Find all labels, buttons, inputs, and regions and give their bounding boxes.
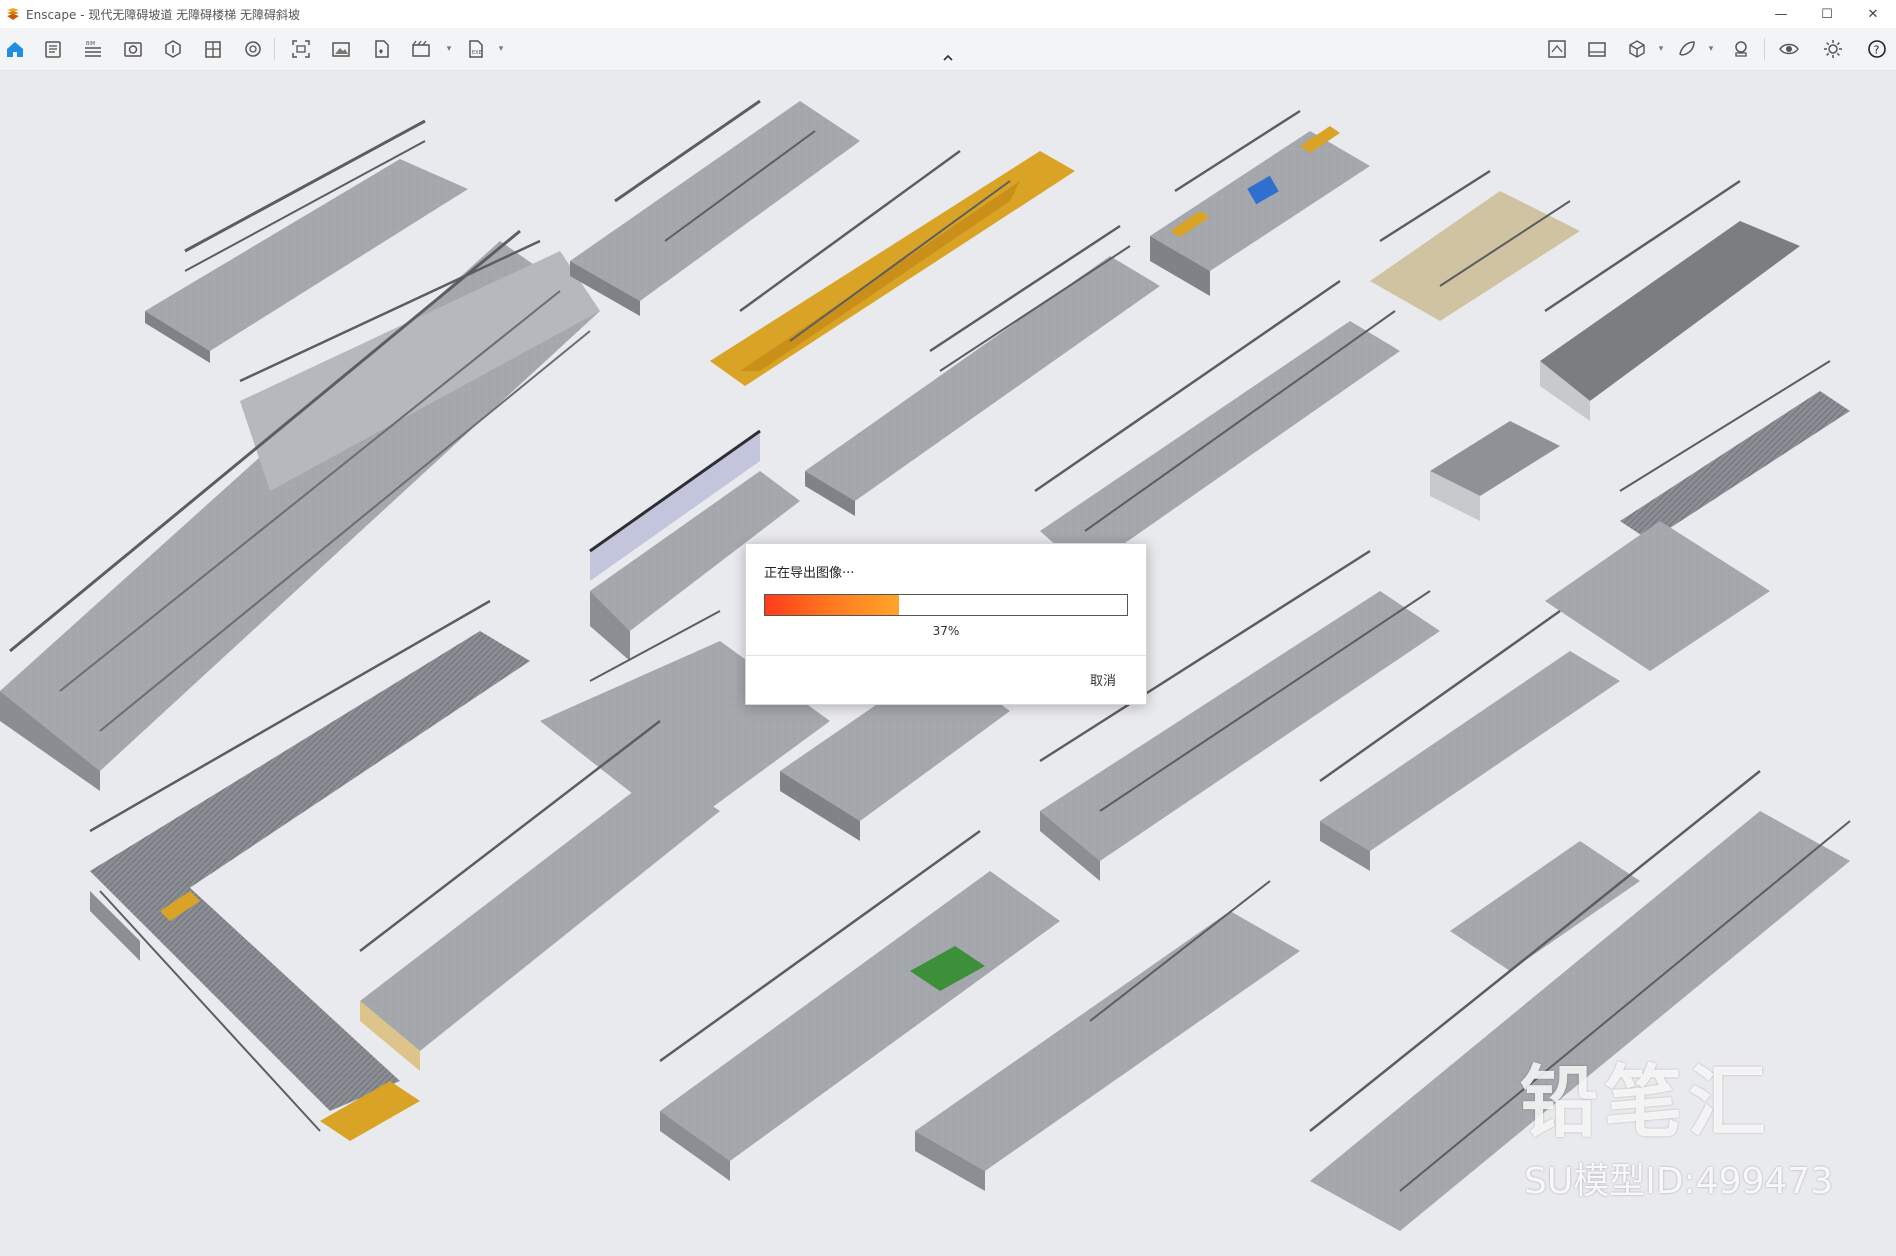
progress-percent-label: 37% [932,624,960,638]
close-button[interactable]: ✕ [1850,0,1896,28]
help-icon[interactable]: ? [1862,34,1892,64]
svg-text:EXE: EXE [472,50,482,56]
bim-icon[interactable]: BIM [78,34,108,64]
visual-settings-icon[interactable] [118,34,148,64]
minimize-button[interactable]: — [1758,0,1804,28]
enscape-logo-icon [7,8,19,20]
atmosphere-icon[interactable] [238,34,268,64]
ramp-model [0,229,600,791]
dialog-title: 正在导出图像··· [764,566,855,581]
toolbar-separator [1764,38,1765,60]
export-progress-bar [764,594,1128,616]
capture-icon[interactable] [286,34,316,64]
eye-icon[interactable] [1774,34,1804,64]
svg-text:?: ? [1874,44,1880,57]
progress-fill [765,595,899,615]
vr-headset-icon[interactable] [1726,34,1756,64]
cancel-button[interactable]: 取消 [1084,668,1122,691]
toolbar-separator [274,38,275,60]
window-controls: — ☐ ✕ [1758,0,1896,28]
chevron-down-icon[interactable]: ▾ [1706,42,1716,56]
collaborate-icon[interactable] [1542,34,1572,64]
screenshot-icon[interactable] [326,34,356,64]
gallery-icon[interactable] [1582,34,1612,64]
ramp-model [1150,109,1370,296]
collapse-toolbar-chevron-up-icon[interactable] [938,50,958,66]
maximize-button[interactable]: ☐ [1804,0,1850,28]
stairs-model [1370,169,1580,321]
window-title: Enscape - 现代无障碍坡道 无障碍楼梯 无障碍斜坡 [26,7,300,22]
home-icon[interactable] [0,34,30,64]
ramp-model [1430,421,1560,521]
chevron-down-icon[interactable]: ▾ [496,42,506,56]
settings-icon[interactable] [1818,34,1848,64]
asset-library-icon[interactable] [158,34,188,64]
feedback-icon[interactable] [1672,34,1702,64]
chevron-down-icon[interactable]: ▾ [444,42,454,56]
material-editor-icon[interactable] [198,34,228,64]
export-icon[interactable]: EXE [460,34,490,64]
title-bar: Enscape - 现代无障碍坡道 无障碍楼梯 无障碍斜坡 — ☐ ✕ [0,0,1896,29]
brand-watermark: 铅笔汇 [1520,1058,1773,1148]
export-progress-dialog: 正在导出图像··· 37% 取消 [745,543,1147,705]
cube-icon[interactable] [1622,34,1652,64]
dialog-divider [746,655,1146,656]
svg-text:BIM: BIM [86,41,95,47]
video-editor-icon[interactable] [406,34,436,64]
batch-render-icon[interactable] [366,34,396,64]
chevron-down-icon[interactable]: ▾ [1656,42,1666,56]
views-icon[interactable] [38,34,68,64]
grate-bridge-model [1545,360,1850,671]
model-id-watermark: SU模型ID:499473 [1524,1161,1834,1202]
ramp-model [1540,179,1800,421]
ramp-model [570,99,860,316]
